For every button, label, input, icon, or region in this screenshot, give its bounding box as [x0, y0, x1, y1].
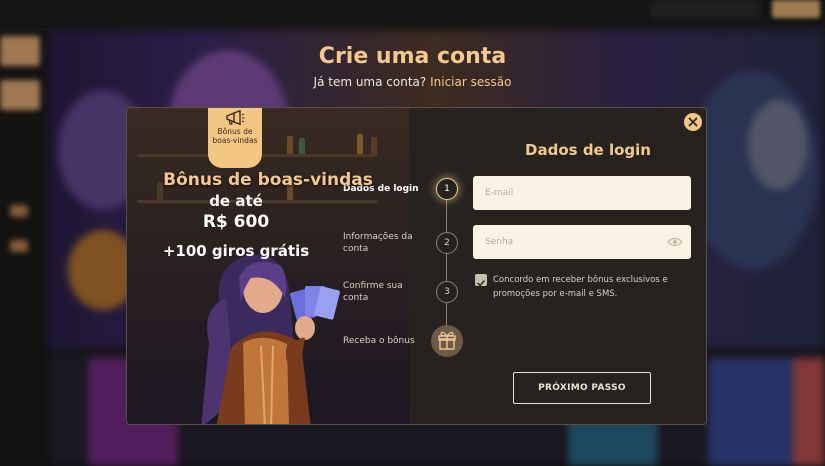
step-number: 1	[436, 178, 458, 200]
promo-character-illustration	[201, 254, 340, 424]
close-button[interactable]	[684, 113, 702, 131]
checkmark-icon	[476, 279, 486, 287]
promo-free-spins: +100 giros grátis	[162, 242, 310, 260]
step-number: 2	[436, 232, 458, 254]
promo-title: Bônus de boas-vindas	[163, 170, 373, 190]
welcome-bonus-badge: Bônus de boas-vindas	[208, 108, 262, 168]
consent-text: Concordo em receber bônus exclusivos e p…	[493, 275, 668, 299]
promo-up-to: de até	[209, 192, 263, 210]
badge-label: Bônus de boas-vindas	[212, 127, 258, 145]
signup-modal: Bônus de boas-vindas Bônus de boas-vinda…	[126, 107, 707, 425]
next-step-button[interactable]: PRÓXIMO PASSO	[513, 372, 651, 404]
login-link[interactable]: Iniciar sessão	[430, 75, 511, 89]
megaphone-icon	[226, 110, 245, 126]
eye-icon[interactable]	[667, 236, 683, 248]
step-number: 3	[436, 281, 458, 303]
close-icon	[688, 117, 698, 127]
email-field[interactable]	[473, 176, 691, 210]
promo-panel: Bônus de boas-vindas Bônus de boas-vinda…	[127, 108, 409, 424]
consent-checkbox[interactable]	[475, 274, 487, 287]
promo-amount: R$ 600	[202, 212, 270, 232]
gift-icon	[438, 331, 456, 350]
form-title: Dados de login	[525, 141, 651, 159]
page-subtitle: Já tem uma conta? Iniciar sessão	[0, 75, 825, 89]
password-field[interactable]	[473, 225, 691, 259]
page-header: Crie uma conta Já tem uma conta? Iniciar…	[0, 44, 825, 89]
step-gift	[431, 325, 463, 357]
stepper-line	[446, 188, 447, 338]
page-title: Crie uma conta	[318, 44, 507, 69]
subtitle-text: Já tem uma conta?	[313, 75, 427, 89]
